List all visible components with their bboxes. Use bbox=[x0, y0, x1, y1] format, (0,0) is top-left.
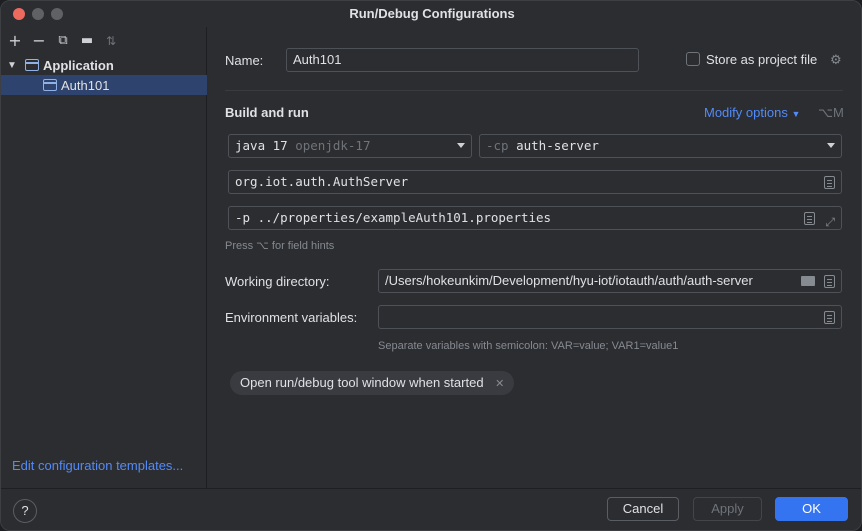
name-input[interactable]: Auth101 bbox=[286, 48, 639, 72]
configurations-tree: ▼ Application Auth101 bbox=[1, 55, 207, 95]
chevron-down-icon bbox=[457, 143, 465, 148]
tree-item-label: Application bbox=[43, 57, 114, 73]
close-icon[interactable]: ✕ bbox=[495, 378, 504, 390]
sort-icon[interactable]: ⇅ bbox=[103, 33, 119, 49]
working-directory-label: Working directory: bbox=[225, 274, 330, 289]
help-button[interactable]: ? bbox=[13, 499, 37, 523]
copy-icon[interactable]: ⧉ bbox=[55, 33, 71, 49]
working-directory-input[interactable]: /Users/hokeunkim/Development/hyu-iot/iot… bbox=[378, 269, 842, 293]
tree-item-label: Auth101 bbox=[61, 77, 110, 93]
edit-configuration-templates-link[interactable]: Edit configuration templates... bbox=[12, 458, 183, 473]
chevron-down-icon: ▼ bbox=[791, 109, 801, 119]
gear-icon[interactable]: ⚙ bbox=[830, 52, 842, 68]
configuration-form: Name: Auth101 Store as project file ⚙ Bu… bbox=[208, 27, 861, 488]
environment-variables-label: Environment variables: bbox=[225, 310, 358, 325]
program-arguments-input[interactable]: -p ../properties/exampleAuth101.properti… bbox=[228, 206, 842, 230]
folder-icon[interactable] bbox=[801, 276, 815, 286]
new-folder-icon[interactable]: ▬ bbox=[79, 33, 95, 49]
expand-icon[interactable]: ⤢ bbox=[825, 211, 835, 233]
browse-icon[interactable] bbox=[824, 311, 835, 324]
environment-variables-input[interactable] bbox=[378, 305, 842, 329]
environment-variables-hint: Separate variables with semicolon: VAR=v… bbox=[378, 340, 679, 352]
build-and-run-title: Build and run bbox=[225, 105, 309, 120]
ok-button[interactable]: OK bbox=[775, 497, 848, 521]
configurations-sidebar: + − ⧉ ▬ ⇅ ▼ Application Auth101 Edit con… bbox=[1, 27, 207, 488]
dialog-footer: ? Cancel Apply OK bbox=[1, 488, 861, 530]
application-icon bbox=[25, 59, 39, 71]
apply-button[interactable]: Apply bbox=[693, 497, 762, 521]
tree-item-auth101[interactable]: Auth101 bbox=[1, 75, 207, 95]
window-title: Run/Debug Configurations bbox=[349, 6, 515, 21]
modify-options-link[interactable]: Modify options ▼ bbox=[704, 105, 800, 120]
main-class-input[interactable]: org.iot.auth.AuthServer bbox=[228, 170, 842, 194]
open-tool-window-option-chip[interactable]: Open run/debug tool window when started … bbox=[230, 371, 515, 395]
store-as-project-file-label: Store as project file bbox=[706, 52, 818, 67]
store-as-project-file-checkbox[interactable] bbox=[686, 52, 700, 66]
plus-icon[interactable]: + bbox=[7, 33, 23, 49]
browse-icon[interactable] bbox=[824, 275, 835, 288]
name-label: Name: bbox=[225, 53, 264, 68]
cancel-button[interactable]: Cancel bbox=[607, 497, 679, 521]
field-hints-text: Press ⌥ for field hints bbox=[225, 240, 335, 252]
minus-icon[interactable]: − bbox=[31, 33, 47, 49]
chevron-down-icon bbox=[827, 143, 835, 148]
sidebar-toolbar: + − ⧉ ▬ ⇅ bbox=[7, 33, 119, 49]
run-debug-dialog: Run/Debug Configurations + − ⧉ ▬ ⇅ ▼ App… bbox=[0, 0, 862, 531]
browse-icon[interactable] bbox=[804, 212, 815, 225]
classpath-module-select[interactable]: -cp auth-server bbox=[479, 134, 842, 158]
modify-options-shortcut: ⌥M bbox=[818, 105, 844, 120]
title-bar: Run/Debug Configurations bbox=[1, 1, 861, 27]
tree-item-application[interactable]: ▼ Application bbox=[1, 55, 207, 75]
divider bbox=[225, 90, 843, 91]
browse-icon[interactable] bbox=[824, 176, 835, 189]
chevron-down-icon[interactable]: ▼ bbox=[7, 60, 19, 71]
jdk-select[interactable]: java 17 openjdk-17 bbox=[228, 134, 472, 158]
application-icon bbox=[43, 79, 57, 91]
